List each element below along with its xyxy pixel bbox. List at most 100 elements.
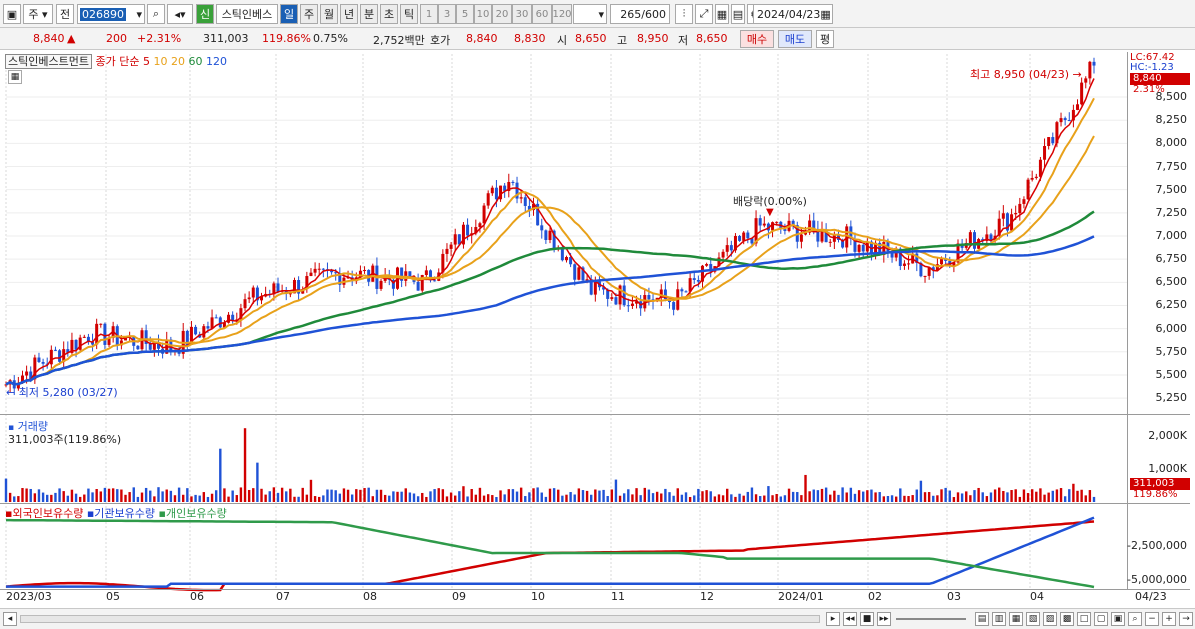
save-icon[interactable]: ▤ [731, 4, 745, 24]
candle-body [490, 187, 494, 194]
period-day[interactable]: 일 [280, 4, 298, 24]
fast-forward-icon[interactable]: ▸▸ [877, 612, 891, 626]
period-month[interactable]: 월 [320, 4, 338, 24]
layout-icon[interactable]: ▧ [1026, 612, 1040, 626]
volume-bar [231, 490, 234, 502]
volume-bar [907, 496, 910, 502]
holding-lines [5, 516, 1095, 592]
interval-1[interactable]: 1 [420, 4, 438, 24]
interval-select[interactable]: ▾ [573, 4, 607, 24]
speaker-icon[interactable]: ◂▾ [167, 4, 193, 24]
candle-body [923, 275, 927, 277]
interval-20[interactable]: 20 [492, 4, 512, 24]
volume-bar [421, 492, 424, 502]
zoom-out-icon[interactable]: − [1145, 612, 1159, 626]
market-value: 주 [28, 8, 39, 21]
stock-code-input[interactable]: 026890 ▾ [77, 4, 145, 24]
price-y-tick: 7,750 [1155, 159, 1188, 173]
zoom-in-icon[interactable]: + [1162, 612, 1176, 626]
volume-bar [622, 493, 626, 502]
period-year[interactable]: 년 [340, 4, 358, 24]
candle-type-icon[interactable]: ⫶ [675, 4, 693, 24]
legend-stock-name[interactable]: 스틱인베스트먼트 [5, 54, 92, 69]
volume-bar [503, 494, 506, 502]
candle-body [466, 224, 470, 236]
period-second[interactable]: 초 [380, 4, 398, 24]
layout-icon[interactable]: □ [1077, 612, 1091, 626]
volume-bar [214, 490, 218, 502]
volume-bar [46, 494, 49, 502]
volume-bar [771, 495, 774, 502]
volume-bar [684, 492, 688, 502]
stop-icon[interactable]: ■ [860, 612, 874, 626]
layout-icon[interactable]: ▣ [1111, 612, 1125, 626]
average-button[interactable]: 평 [816, 30, 834, 48]
volume-bar [557, 489, 560, 502]
volume-bar [8, 492, 12, 502]
period-tick[interactable]: 틱 [400, 4, 418, 24]
candle-body [433, 280, 437, 282]
count-total: /600 [641, 7, 666, 21]
buy-button[interactable]: 매수 [740, 30, 774, 48]
period-week[interactable]: 주 [300, 4, 318, 24]
zoom-icon[interactable]: ⌕ [1128, 612, 1142, 626]
layout-icon[interactable]: ▥ [992, 612, 1006, 626]
volume-bar [882, 496, 886, 502]
volume-y-tick: 1,000K [1148, 462, 1187, 475]
x-tick-label: 04 [1030, 590, 1044, 603]
interval-30[interactable]: 30 [512, 4, 532, 24]
volume-bar [388, 495, 391, 502]
chart-settings-icon[interactable]: ▣ [3, 4, 21, 24]
market-select[interactable]: 주 ▾ [23, 4, 53, 24]
prev-button[interactable]: 전 [56, 4, 74, 24]
layout-icon[interactable]: ▤ [975, 612, 989, 626]
scroll-left-icon[interactable]: ◂ [3, 612, 17, 626]
candle-body [74, 339, 78, 350]
volume-bar [268, 491, 271, 502]
panel-divider[interactable] [0, 414, 1190, 415]
interval-60[interactable]: 60 [532, 4, 552, 24]
volume-bar [878, 492, 881, 502]
search-icon[interactable]: ⌕ [147, 4, 165, 24]
scroll-end-icon[interactable]: → [1179, 612, 1193, 626]
interval-3[interactable]: 3 [438, 4, 456, 24]
count-field[interactable]: 265/600 [610, 4, 670, 24]
scroll-right-icon[interactable]: ▸ [826, 612, 840, 626]
x-tick-label: 04/23 [1135, 590, 1167, 603]
zoom-slider[interactable] [896, 618, 966, 620]
layout-icon[interactable]: ▨ [1043, 612, 1057, 626]
volume-bar [29, 488, 32, 502]
period-minute[interactable]: 분 [360, 4, 378, 24]
volume-bar [13, 496, 16, 502]
candle-body [1018, 203, 1022, 214]
quote-strip: 8,840 ▲ 200 +2.31% 311,003 119.86% 0.75%… [0, 28, 1195, 50]
rewind-icon[interactable]: ◂◂ [843, 612, 857, 626]
candle-body [684, 291, 688, 293]
date-input[interactable]: 2024/04/23 ▦ [753, 4, 833, 24]
grid-icon[interactable]: ▦ [715, 4, 729, 24]
ask-price: 8,840 [466, 32, 498, 45]
candle-body [775, 221, 779, 223]
candle-body [416, 281, 420, 291]
layout-icon[interactable]: ▦ [1009, 612, 1023, 626]
interval-5[interactable]: 5 [456, 4, 474, 24]
high-annotation: 최고 8,950 (04/23) → [970, 68, 1082, 81]
stock-chart[interactable] [0, 50, 1195, 610]
layout-icon[interactable]: ▢ [1094, 612, 1108, 626]
low-note-text: 최저 5,280 (03/27) [18, 386, 118, 399]
table-icon[interactable]: ▦ [8, 70, 22, 84]
chart-scrollbar[interactable]: ◂ ▸ ◂◂ ■ ▸▸ ▤ ▥ ▦ ▧ ▨ ▩ □ ▢ ▣ ⌕ − + → [0, 608, 1195, 629]
scroll-track[interactable] [20, 615, 820, 623]
panel-divider[interactable] [0, 503, 1190, 504]
layout-icon[interactable]: ▩ [1060, 612, 1074, 626]
candle-body [523, 197, 527, 206]
sell-button[interactable]: 매도 [778, 30, 812, 48]
volume-bar [791, 491, 795, 502]
interval-10[interactable]: 10 [474, 4, 492, 24]
draw-tool-icon[interactable]: ⤢ [695, 4, 713, 24]
price-y-tick: 6,000 [1155, 321, 1188, 335]
candle-body [99, 323, 103, 325]
candle-body [672, 302, 676, 310]
volume-bar [993, 489, 997, 502]
interval-120[interactable]: 120 [552, 4, 572, 24]
